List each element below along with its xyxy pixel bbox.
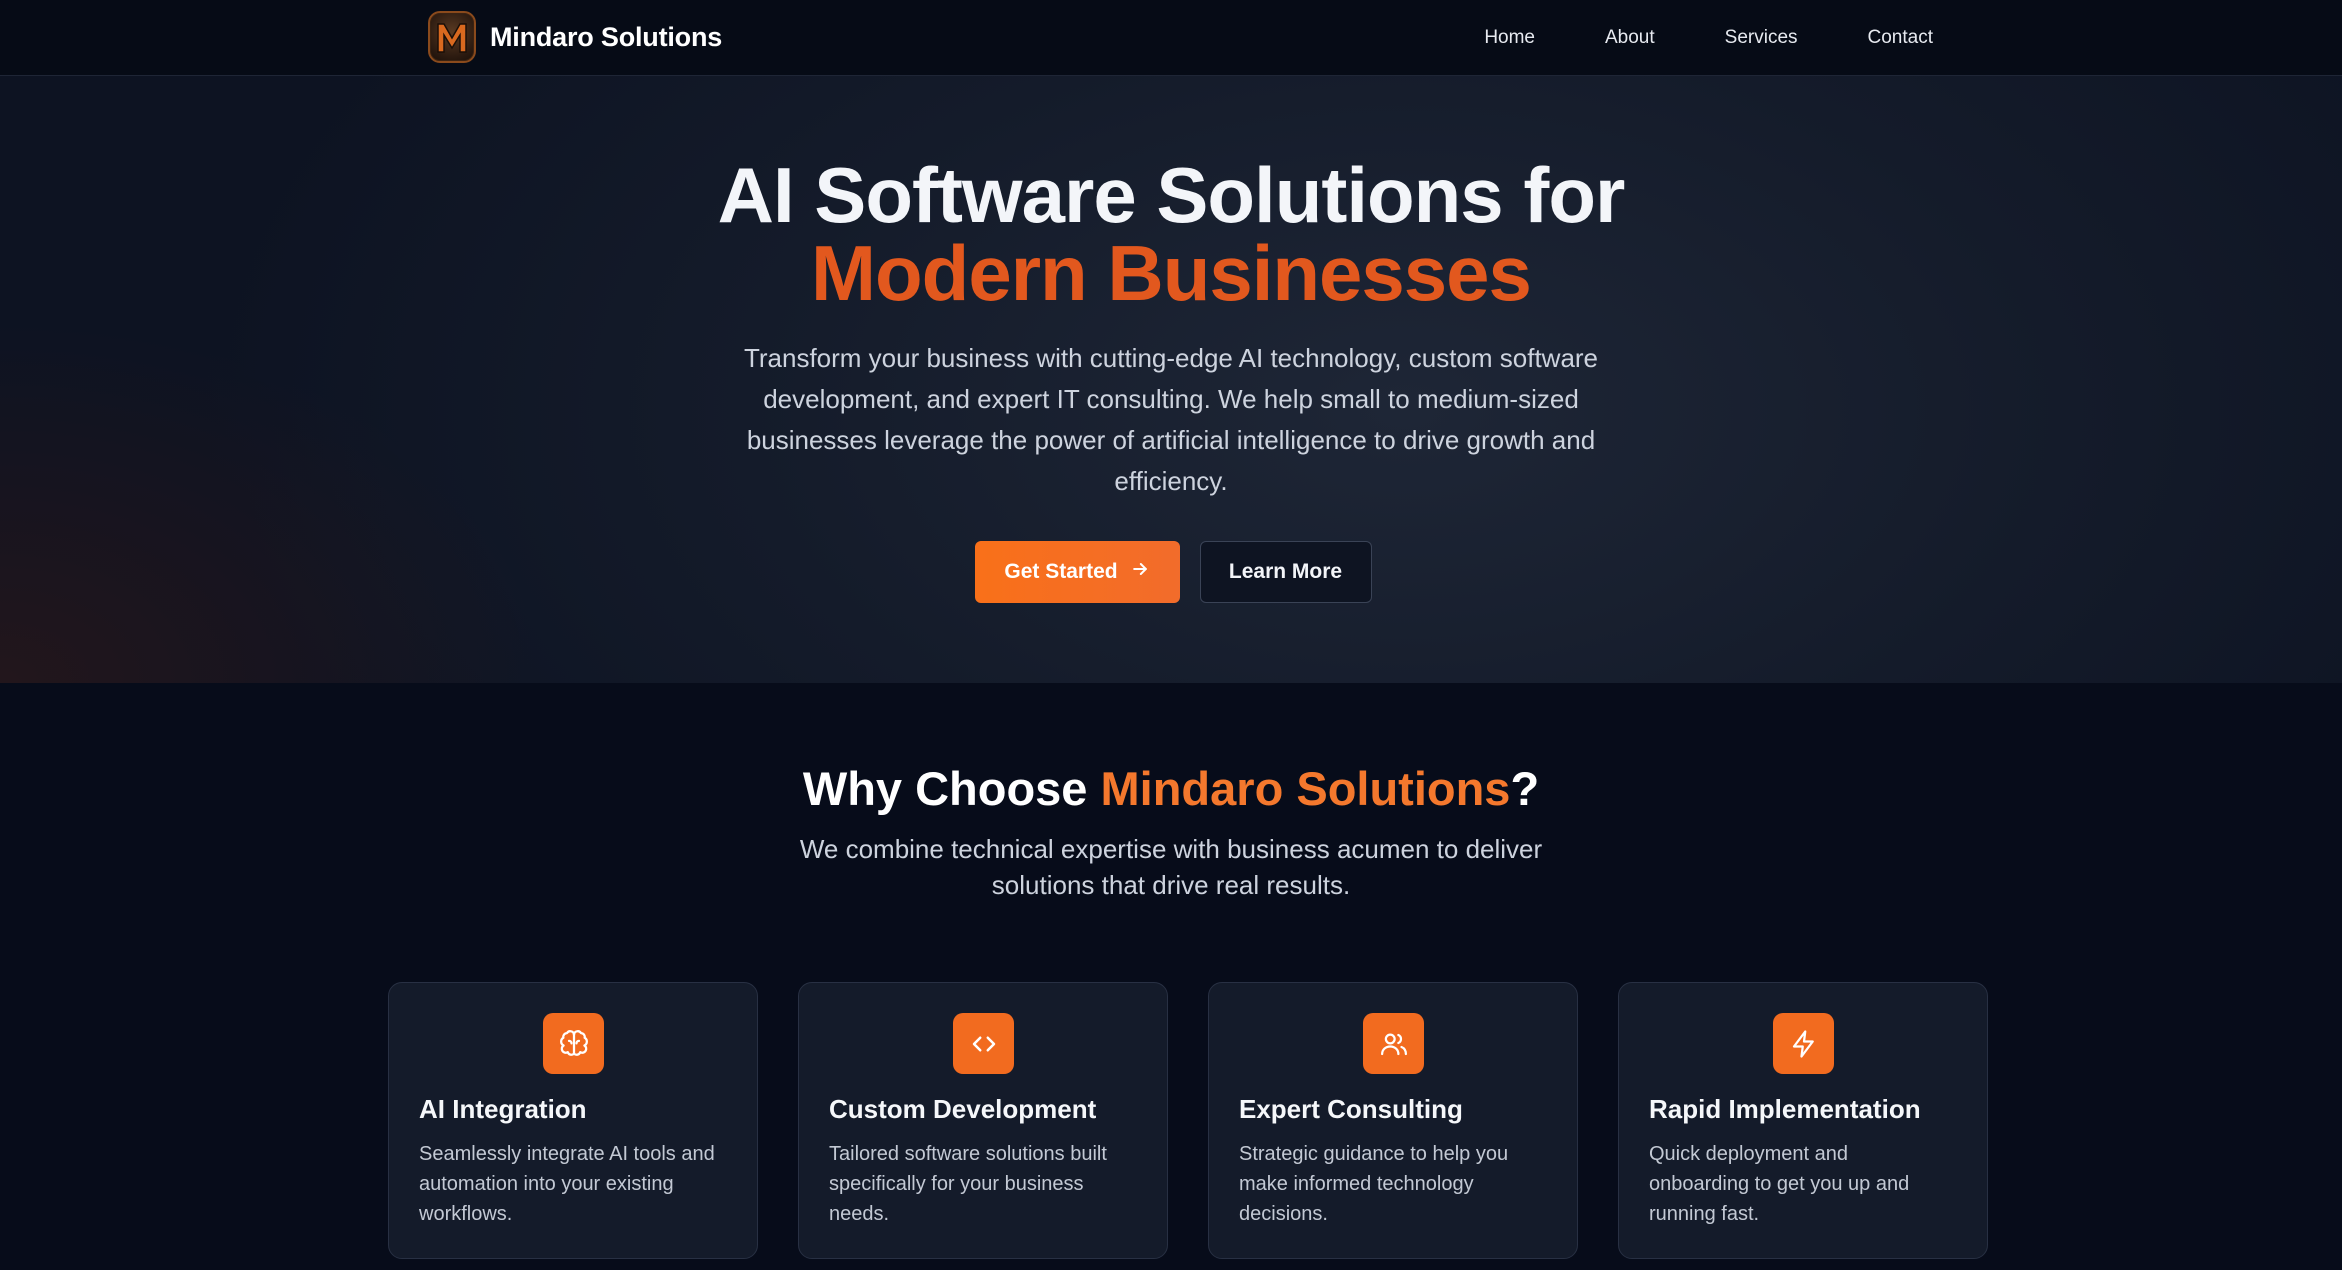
card-description: Seamlessly integrate AI tools and automa… — [419, 1143, 715, 1225]
card-description: Quick deployment and onboarding to get y… — [1649, 1143, 1910, 1225]
feature-card-expert-consulting: Expert Consulting Strategic guidance to … — [1208, 982, 1578, 1259]
why-title-prefix: Why Choose — [802, 762, 1101, 815]
nav-link-home[interactable]: Home — [1484, 27, 1535, 49]
mindaro-m-logo-icon — [428, 11, 476, 63]
why-title-accent: Mindaro Solutions — [1100, 762, 1511, 815]
learn-more-button[interactable]: Learn More — [1199, 541, 1372, 603]
brand-link[interactable]: Mindaro Solutions — [428, 11, 722, 63]
nav-link-services[interactable]: Services — [1725, 27, 1798, 49]
get-started-button[interactable]: Get Started — [974, 541, 1180, 603]
get-started-label: Get Started — [1004, 560, 1118, 583]
why-choose-heading: Why Choose Mindaro Solutions? — [0, 761, 2342, 816]
hero-button-group: Get Started Learn More — [0, 541, 2342, 603]
hero-title-highlight: Modern Businesses — [811, 229, 1532, 317]
feature-card-ai-integration: AI Integration Seamlessly integrate AI t… — [388, 982, 758, 1259]
why-choose-subtitle: We combine technical expertise with busi… — [799, 834, 1543, 900]
card-title: Custom Development — [829, 1094, 1097, 1124]
arrow-right-icon — [1130, 559, 1150, 585]
feature-card-custom-development: Custom Development Tailored software sol… — [798, 982, 1168, 1259]
nav-link-contact[interactable]: Contact — [1868, 27, 1933, 49]
hero-title-line1: AI Software Solutions for — [717, 151, 1626, 239]
hero-section: AI Software Solutions for Modern Busines… — [0, 76, 2342, 683]
card-title: Rapid Implementation — [1649, 1094, 1921, 1124]
brand-name: Mindaro Solutions — [490, 21, 723, 52]
learn-more-label: Learn More — [1228, 560, 1343, 583]
card-description: Tailored software solutions built specif… — [829, 1143, 1107, 1225]
card-description: Strategic guidance to help you make info… — [1239, 1143, 1509, 1225]
brain-icon — [543, 1013, 604, 1074]
nav-menu: Home About Services Contact — [1484, 0, 1933, 76]
card-title: Expert Consulting — [1239, 1094, 1463, 1124]
feature-card-rapid-implementation: Rapid Implementation Quick deployment an… — [1618, 982, 1988, 1259]
navbar: Mindaro Solutions Home About Services Co… — [0, 0, 2342, 76]
card-title: AI Integration — [419, 1094, 587, 1124]
hero-description: Transform your business with cutting-edg… — [743, 343, 1599, 496]
lightning-icon — [1773, 1013, 1834, 1074]
hero-title: AI Software Solutions for Modern Busines… — [0, 156, 2342, 312]
why-choose-section: Why Choose Mindaro Solutions? We combine… — [0, 683, 2342, 1270]
why-title-suffix: ? — [1510, 762, 1540, 815]
users-icon — [1363, 1013, 1424, 1074]
code-icon — [953, 1013, 1014, 1074]
nav-link-about[interactable]: About — [1605, 27, 1655, 49]
